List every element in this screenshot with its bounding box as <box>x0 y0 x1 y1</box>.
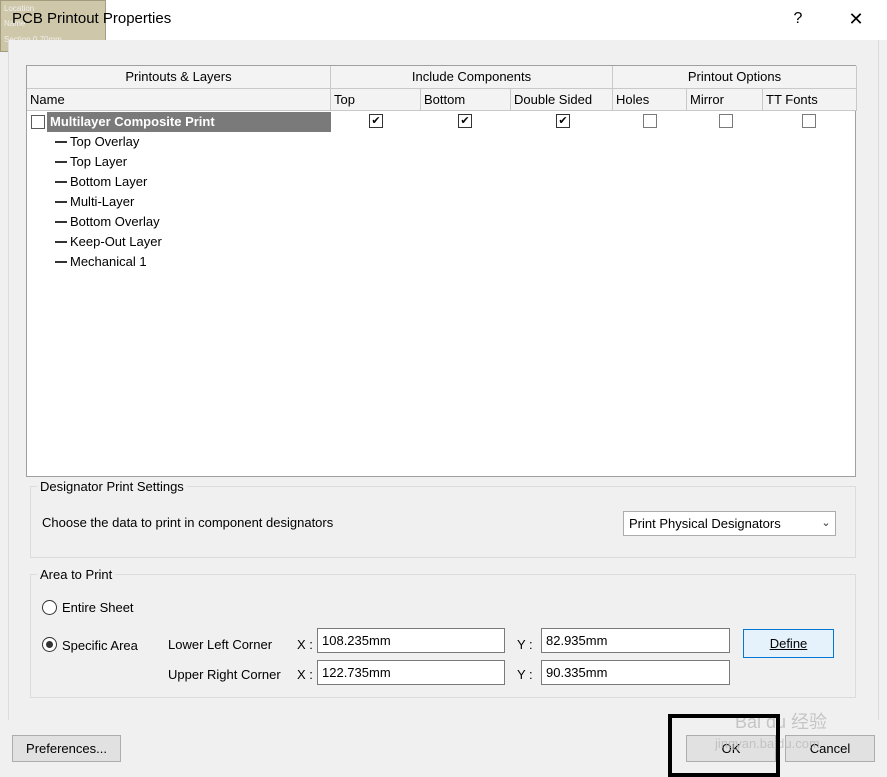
close-icon[interactable]: ✕ <box>838 4 874 34</box>
upper-right-y-label: Y : <box>517 667 533 682</box>
layer-label: Multi-Layer <box>70 194 135 209</box>
layer-row[interactable]: Top Overlay <box>27 132 855 152</box>
lower-left-y-input[interactable]: 82.935mm <box>541 628 730 653</box>
layer-row[interactable]: Multi-Layer <box>27 192 855 212</box>
column-top[interactable]: Top <box>331 89 421 111</box>
layer-label: Mechanical 1 <box>70 254 147 269</box>
layer-label: Top Layer <box>70 154 128 169</box>
checkbox-mirror[interactable] <box>719 114 733 128</box>
help-button[interactable]: ? <box>783 4 813 34</box>
lower-left-x-label: X : <box>297 637 313 652</box>
upper-right-x-label: X : <box>297 667 313 682</box>
highlight-box <box>668 714 780 777</box>
checkbox-double-sided[interactable]: ✔ <box>556 114 570 128</box>
column-bottom[interactable]: Bottom <box>421 89 511 111</box>
lower-left-corner-label: Lower Left Corner <box>168 637 273 652</box>
printout-layers-grid: Printouts & Layers Include Components Pr… <box>26 65 857 477</box>
tree-dash-icon <box>55 241 67 243</box>
header-printouts-layers[interactable]: Printouts & Layers <box>27 66 331 89</box>
designator-group-title: Designator Print Settings <box>37 479 187 494</box>
tree-dash-icon <box>55 261 67 263</box>
column-holes[interactable]: Holes <box>613 89 687 111</box>
layer-row[interactable]: Bottom Layer <box>27 172 855 192</box>
column-mirror[interactable]: Mirror <box>687 89 763 111</box>
checkbox-bottom[interactable]: ✔ <box>458 114 472 128</box>
checkbox-tt-fonts[interactable] <box>802 114 816 128</box>
checkbox-holes[interactable] <box>643 114 657 128</box>
layer-row[interactable]: Mechanical 1 <box>27 252 855 272</box>
layer-label: Bottom Overlay <box>70 214 160 229</box>
column-tt-fonts[interactable]: TT Fonts <box>763 89 857 111</box>
layer-row[interactable]: Keep-Out Layer <box>27 232 855 252</box>
window-title: PCB Printout Properties <box>12 10 172 27</box>
tree-dash-icon <box>55 161 67 163</box>
entire-sheet-label[interactable]: Entire Sheet <box>62 600 134 615</box>
designator-prompt: Choose the data to print in component de… <box>42 515 334 530</box>
layer-row[interactable]: Bottom Overlay <box>27 212 855 232</box>
specific-area-label[interactable]: Specific Area <box>62 638 138 653</box>
layer-label: Keep-Out Layer <box>70 234 162 249</box>
preferences-button[interactable]: Preferences... <box>12 735 121 762</box>
upper-right-x-input[interactable]: 122.735mm <box>317 660 505 685</box>
chevron-down-icon[interactable]: ⌄ <box>817 511 835 536</box>
tree-dash-icon <box>55 221 67 223</box>
column-name[interactable]: Name <box>27 89 331 111</box>
tree-dash-icon <box>55 181 67 183</box>
upper-right-y-input[interactable]: 90.335mm <box>541 660 730 685</box>
composite-print-label[interactable]: Multilayer Composite Print <box>50 112 215 132</box>
tree-dash-icon <box>55 201 67 203</box>
header-include-components[interactable]: Include Components <box>331 66 613 89</box>
specific-area-radio[interactable] <box>42 637 57 652</box>
column-double-sided[interactable]: Double Sided <box>511 89 613 111</box>
layer-label: Bottom Layer <box>70 174 148 189</box>
define-button-label: Define <box>769 636 808 651</box>
define-button[interactable]: Define <box>743 629 834 658</box>
header-printout-options[interactable]: Printout Options <box>613 66 857 89</box>
layer-label: Top Overlay <box>70 134 140 149</box>
upper-right-corner-label: Upper Right Corner <box>168 667 281 682</box>
layer-row[interactable]: Top Layer <box>27 152 855 172</box>
document-icon <box>31 115 45 129</box>
checkbox-top[interactable]: ✔ <box>369 114 383 128</box>
tree-dash-icon <box>55 141 67 143</box>
designator-select[interactable]: Print Physical Designators <box>623 511 836 536</box>
lower-left-x-input[interactable]: 108.235mm <box>317 628 505 653</box>
area-group-title: Area to Print <box>37 567 116 582</box>
lower-left-y-label: Y : <box>517 637 533 652</box>
entire-sheet-radio[interactable] <box>42 600 57 615</box>
radio-dot <box>46 641 53 648</box>
